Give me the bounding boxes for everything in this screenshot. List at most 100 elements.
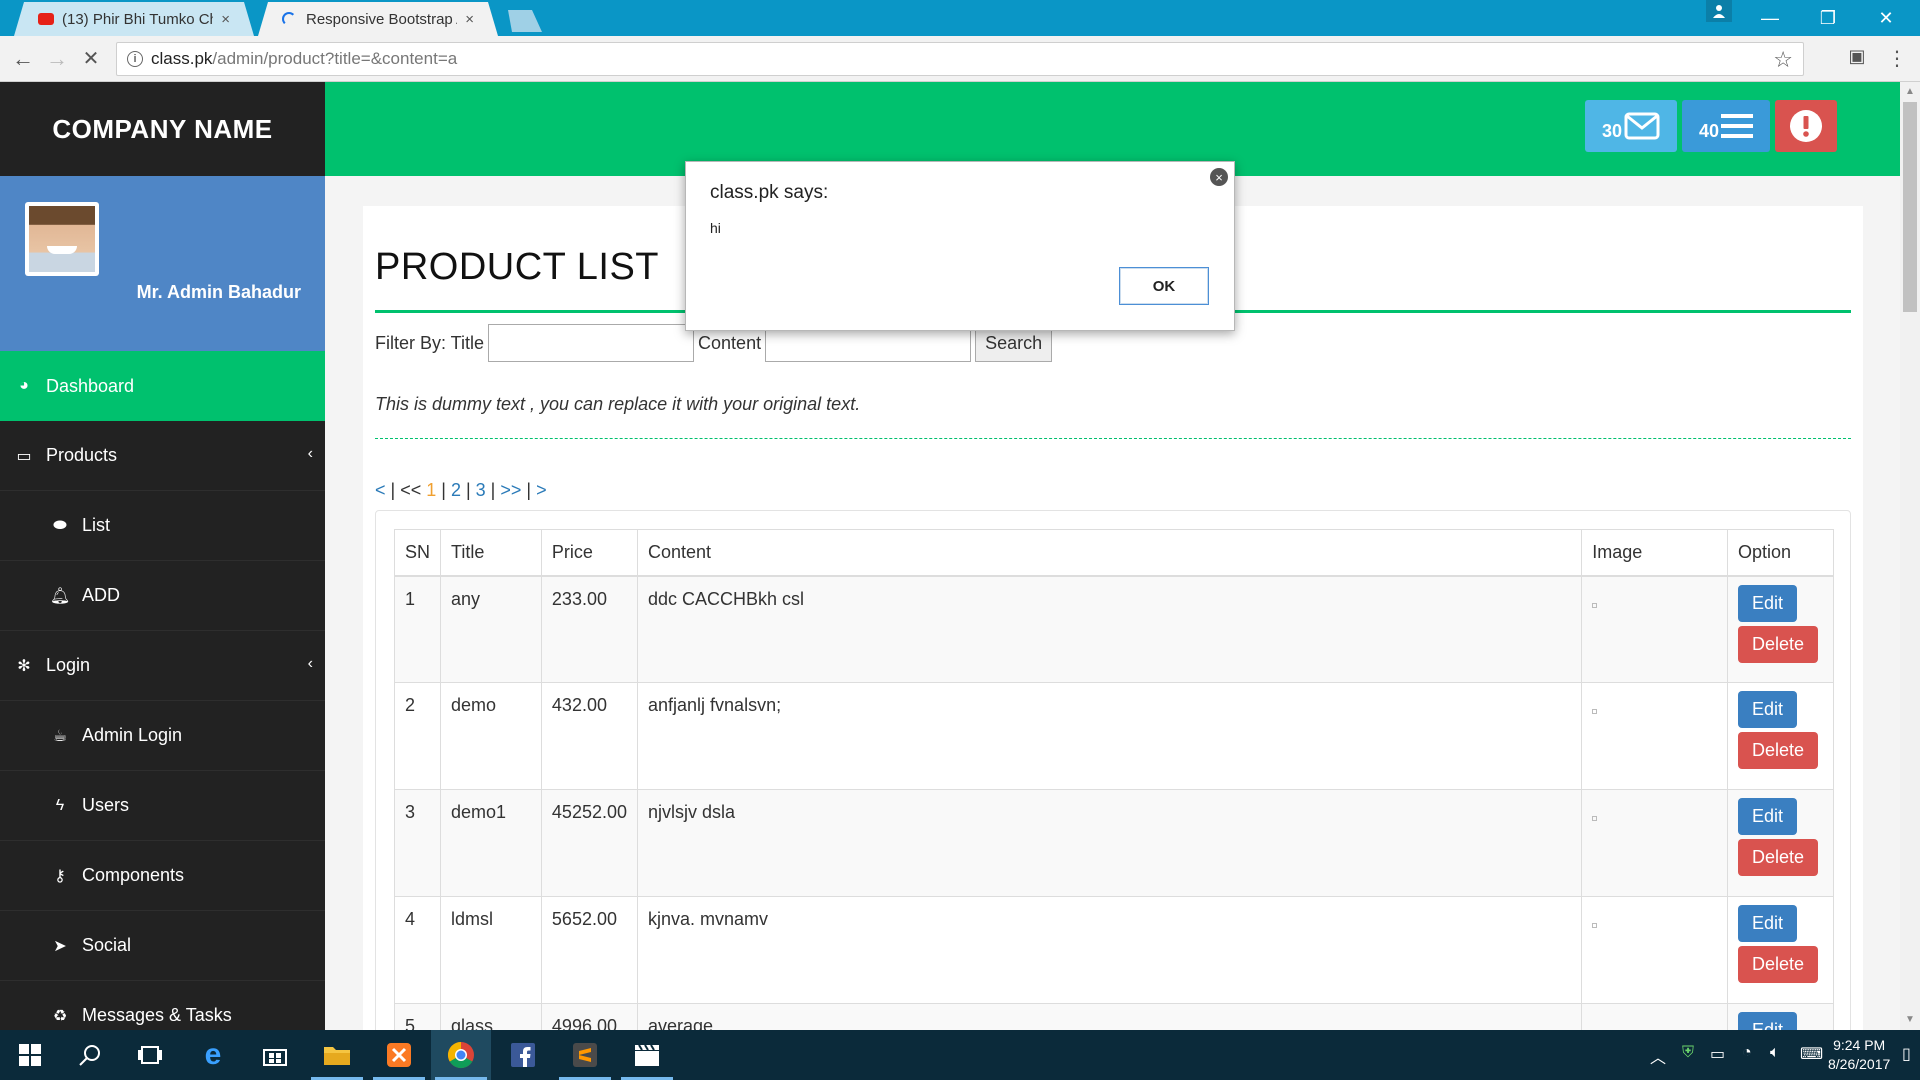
windows-start-icon[interactable] [0, 1030, 60, 1080]
volume-icon[interactable]: 🔈︎ [1770, 1044, 1780, 1062]
chrome-icon[interactable] [431, 1030, 491, 1080]
sidebar-item-dashboard[interactable]: ◕ Dashboard [0, 351, 325, 421]
sidebar-item-label: Components [82, 865, 185, 885]
tab-close-icon[interactable]: × [465, 11, 474, 28]
recycle-icon: ♻︎ [52, 1007, 68, 1025]
tab-admin[interactable]: Responsive Bootstrap Ad × [258, 2, 498, 36]
page-scrollbar[interactable]: ▲ ▼ [1900, 82, 1920, 1030]
pager-page-1[interactable]: 1 [426, 480, 436, 501]
url-input[interactable]: i class.pk/admin/product?title=&content=… [116, 42, 1804, 76]
store-icon[interactable] [245, 1030, 305, 1080]
browser-tab-strip: (13) Phir Bhi Tumko Cha × Responsive Boo… [0, 0, 1920, 36]
edit-button[interactable]: Edit [1738, 905, 1798, 942]
delete-button[interactable]: Delete [1738, 839, 1819, 876]
scroll-up-icon[interactable]: ▲ [1905, 86, 1915, 97]
facebook-icon[interactable] [493, 1030, 553, 1080]
wifi-icon[interactable]: ◔ [1742, 1044, 1752, 1062]
key-icon: ⚷ [54, 867, 66, 885]
info-icon[interactable]: i [127, 51, 143, 67]
pager-next-link[interactable]: > [536, 480, 547, 501]
battery-icon[interactable]: ▭ [1710, 1044, 1725, 1064]
pager-separator: | [441, 480, 446, 500]
user-panel: Mr. Admin Bahadur [0, 176, 325, 351]
table-row: 4 ldmsl 5652.00 kjnva. mvnamv Edit Delet… [393, 896, 1834, 1004]
cell-image [1581, 789, 1728, 897]
ok-button[interactable]: OK [1119, 267, 1209, 305]
dialog-title: class.pk says: [710, 182, 829, 203]
delete-button[interactable]: Delete [1738, 625, 1819, 663]
sidebar: COMPANY NAME Mr. Admin Bahadur ◕ Dashboa… [0, 82, 325, 1030]
tasks-button[interactable]: 40 [1682, 100, 1770, 152]
bolt-icon: ϟ [55, 796, 65, 814]
notifications-icon[interactable]: ▯ [1902, 1044, 1911, 1064]
stop-loading-icon[interactable]: ✕ [78, 46, 104, 71]
column-header-price: Price [540, 529, 639, 577]
sidebar-item-messages-tasks[interactable]: ♻︎ Messages & Tasks [0, 981, 325, 1030]
broken-image-icon [1592, 816, 1598, 821]
sidebar-item-add[interactable]: 🔔︎ ADD [0, 561, 325, 631]
tab-title: (13) Phir Bhi Tumko Cha [62, 10, 214, 28]
close-window-button[interactable]: ✕ [1858, 0, 1914, 36]
scrollbar-thumb[interactable] [1903, 102, 1917, 312]
back-icon[interactable]: ← [10, 46, 36, 72]
new-tab-button[interactable] [502, 10, 542, 32]
edit-button[interactable]: Edit [1738, 1012, 1798, 1030]
column-header-content: Content [636, 529, 1583, 577]
menu-dots-icon[interactable]: ⋮ [1884, 46, 1910, 71]
pager-separator: | [465, 480, 471, 500]
search-icon[interactable] [60, 1030, 120, 1080]
messages-button[interactable]: 30 [1585, 100, 1677, 152]
keyboard-icon[interactable]: ⌨ [1800, 1044, 1823, 1064]
pager-separator: | [390, 480, 396, 500]
sidebar-item-admin-login[interactable]: ☕︎ Admin Login [0, 701, 325, 771]
url-path: /admin/product?title=&content=a [212, 49, 458, 68]
company-brand[interactable]: COMPANY NAME [0, 82, 325, 176]
task-view-icon[interactable] [120, 1030, 180, 1080]
edit-button[interactable]: Edit [1738, 584, 1798, 622]
dotted-divider [375, 438, 1851, 439]
pager-page-3[interactable]: 3 [476, 480, 486, 501]
sidebar-item-social[interactable]: ➤ Social [0, 911, 325, 981]
cell-title: glass [440, 1003, 542, 1030]
tab-youtube[interactable]: (13) Phir Bhi Tumko Cha × [14, 2, 254, 36]
table-row: 1 any 233.00 ddc CACCHBkh csl Edit Delet… [393, 575, 1834, 683]
xampp-icon[interactable] [369, 1030, 429, 1080]
shield-icon[interactable]: ⛨ [1682, 1044, 1694, 1062]
pager-page-2[interactable]: 2 [451, 480, 461, 501]
sidebar-item-components[interactable]: ⚷ Components [0, 841, 325, 911]
forward-icon[interactable]: → [44, 46, 70, 72]
delete-button[interactable]: Delete [1738, 946, 1819, 983]
minimize-button[interactable]: — [1742, 0, 1798, 36]
sidebar-item-list[interactable]: ⬬ List [0, 491, 325, 561]
bookmark-star-icon[interactable]: ☆ [1773, 47, 1793, 73]
maximize-button[interactable]: ❐ [1800, 0, 1856, 36]
file-explorer-icon[interactable] [307, 1030, 367, 1080]
sidebar-item-users[interactable]: ϟ Users [0, 771, 325, 841]
extension-icon[interactable]: ▣ [1844, 46, 1870, 67]
scroll-down-icon[interactable]: ▼ [1905, 1014, 1915, 1025]
sidebar-item-label: List [82, 515, 111, 535]
system-clock[interactable]: 9:24 PM 8/26/2017 [1828, 1036, 1890, 1074]
alerts-button[interactable] [1775, 100, 1837, 152]
sublime-text-icon[interactable] [555, 1030, 615, 1080]
edge-browser-icon[interactable]: e [183, 1030, 243, 1080]
pager-prev-link[interactable]: < [375, 480, 386, 501]
column-header-option: Option [1727, 529, 1834, 577]
yelp-icon: ✻ [17, 657, 31, 675]
table-row: 5 glass 4996.00 average Edit [393, 1003, 1834, 1030]
broken-image-icon [1592, 602, 1598, 608]
url-domain: class.pk [151, 49, 213, 68]
sidebar-item-login[interactable]: ✻ Login ‹ [0, 631, 325, 701]
close-icon[interactable]: × [1210, 168, 1228, 186]
delete-button[interactable]: Delete [1738, 732, 1819, 769]
profile-button[interactable] [1706, 0, 1732, 22]
chevron-up-icon[interactable]: ︿ [1650, 1044, 1666, 1068]
edit-button[interactable]: Edit [1738, 798, 1798, 835]
tab-close-icon[interactable]: × [221, 11, 230, 28]
pager-last-link[interactable]: >> [500, 480, 521, 501]
sidebar-item-products[interactable]: ▭ Products ‹ [0, 421, 325, 491]
edit-button[interactable]: Edit [1738, 691, 1798, 728]
title-filter-input[interactable] [488, 324, 695, 362]
cell-image [1581, 682, 1728, 790]
video-editor-icon[interactable] [617, 1030, 677, 1080]
